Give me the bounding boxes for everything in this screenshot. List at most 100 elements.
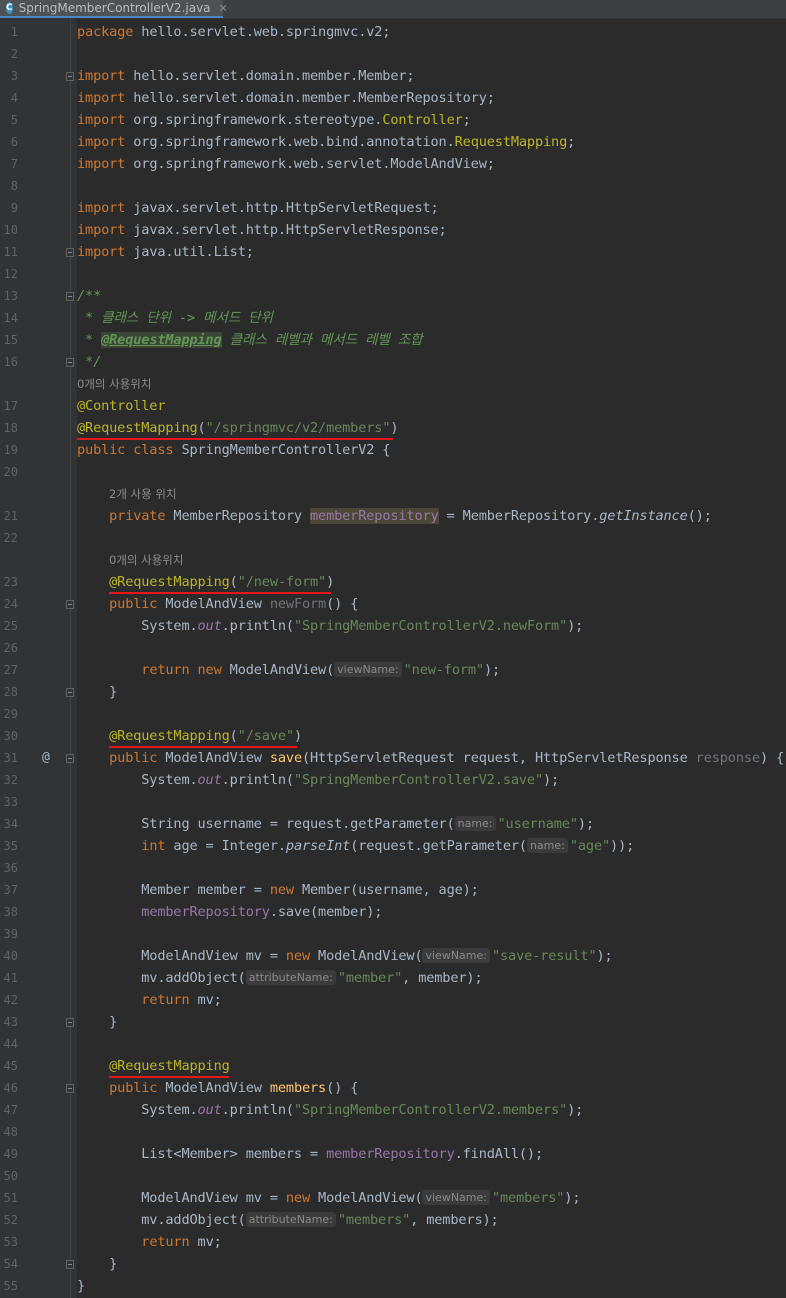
fold-marker-icon[interactable] — [66, 358, 74, 367]
code-line[interactable]: 9 import javax.servlet.http.HttpServletRe… — [0, 197, 786, 219]
line-number[interactable]: 14 — [0, 307, 18, 329]
code-line[interactable]: 55} — [0, 1275, 786, 1297]
code-line[interactable]: 3 import hello.servlet.domain.member.Memb… — [0, 65, 786, 87]
line-number[interactable]: 53 — [0, 1231, 18, 1253]
code-text[interactable]: @RequestMapping("/save") — [77, 725, 302, 747]
code-text[interactable]: */ — [77, 351, 101, 373]
code-text[interactable]: public class SpringMemberControllerV2 { — [77, 439, 390, 461]
line-number[interactable]: 6 — [0, 131, 18, 153]
code-text[interactable]: @Controller — [77, 395, 166, 417]
code-text[interactable]: Member member = new Member(username, age… — [77, 879, 479, 901]
line-number[interactable]: 50 — [0, 1165, 18, 1187]
line-number[interactable]: 24 — [0, 593, 18, 615]
code-line[interactable]: 6 import org.springframework.web.bind.ann… — [0, 131, 786, 153]
line-number[interactable]: 38 — [0, 901, 18, 923]
line-number[interactable]: 4 — [0, 87, 18, 109]
code-line[interactable]: 22 — [0, 527, 786, 549]
code-line[interactable]: 24 public ModelAndView newForm() { — [0, 593, 786, 615]
code-text[interactable]: import hello.servlet.domain.member.Membe… — [77, 87, 495, 109]
code-text[interactable]: return new ModelAndView(viewName: "new-fo… — [77, 659, 500, 681]
code-line[interactable]: 33 — [0, 791, 786, 813]
code-line[interactable]: 48 — [0, 1121, 786, 1143]
line-number[interactable]: 22 — [0, 527, 18, 549]
code-text[interactable]: @RequestMapping("/springmvc/v2/members") — [77, 417, 399, 439]
usage-hint[interactable]: 0개의 사용위치 — [109, 549, 183, 571]
line-number[interactable]: 32 — [0, 769, 18, 791]
line-number[interactable]: 17 — [0, 395, 18, 417]
line-number[interactable]: 2 — [0, 43, 18, 65]
fold-marker-icon[interactable] — [66, 754, 74, 763]
code-line[interactable]: 29 — [0, 703, 786, 725]
line-number[interactable]: 19 — [0, 439, 18, 461]
code-line[interactable]: 2 — [0, 43, 786, 65]
code-line[interactable]: 30 @RequestMapping("/save") — [0, 725, 786, 747]
code-line[interactable]: 1 package hello.servlet.web.springmvc.v2; — [0, 21, 786, 43]
line-number[interactable]: 44 — [0, 1033, 18, 1055]
code-line[interactable]: 10 import javax.servlet.http.HttpServletR… — [0, 219, 786, 241]
usage-hint[interactable]: 0개의 사용위치 — [77, 373, 151, 395]
line-number[interactable]: 40 — [0, 945, 18, 967]
code-line[interactable]: 26 — [0, 637, 786, 659]
line-number[interactable]: 15 — [0, 329, 18, 351]
code-text[interactable]: String username = request.getParameter(n… — [77, 813, 594, 835]
line-number[interactable]: 46 — [0, 1077, 18, 1099]
line-number[interactable]: 3 — [0, 65, 18, 87]
line-number[interactable]: 55 — [0, 1275, 18, 1297]
close-icon[interactable]: ✕ — [219, 2, 228, 15]
code-text[interactable]: @RequestMapping — [77, 1055, 230, 1077]
code-line[interactable]: 13 /** — [0, 285, 786, 307]
code-text[interactable]: public ModelAndView newForm() { — [77, 593, 358, 615]
code-text[interactable]: System.out.println("SpringMemberControll… — [77, 615, 583, 637]
code-line[interactable]: 27 return new ModelAndView(viewName: "new… — [0, 659, 786, 681]
code-line[interactable]: 32 System.out.println("SpringMemberContr… — [0, 769, 786, 791]
code-text[interactable]: List<Member> members = memberRepository.… — [77, 1143, 543, 1165]
line-number[interactable]: 10 — [0, 219, 18, 241]
code-text[interactable]: return mv; — [77, 989, 222, 1011]
code-text[interactable]: System.out.println("SpringMemberControll… — [77, 1099, 583, 1121]
line-number[interactable]: 13 — [0, 285, 18, 307]
fold-marker-icon[interactable] — [66, 248, 74, 257]
line-number[interactable]: 30 — [0, 725, 18, 747]
code-text[interactable]: public ModelAndView save(HttpServletRequ… — [77, 747, 784, 769]
line-number[interactable]: 23 — [0, 571, 18, 593]
line-number[interactable]: 54 — [0, 1253, 18, 1275]
code-line[interactable]: 53 return mv; — [0, 1231, 786, 1253]
line-number[interactable]: 48 — [0, 1121, 18, 1143]
code-text[interactable]: import hello.servlet.domain.member.Membe… — [77, 65, 415, 87]
line-number[interactable]: 34 — [0, 813, 18, 835]
line-number[interactable]: 45 — [0, 1055, 18, 1077]
editor-tab[interactable]: C SpringMemberControllerV2.java ✕ — [0, 0, 228, 18]
usage-hint[interactable]: 2개 사용 위치 — [109, 483, 177, 505]
line-number[interactable]: 18 — [0, 417, 18, 439]
line-number[interactable]: 25 — [0, 615, 18, 637]
code-line[interactable]: 11 import java.util.List; — [0, 241, 786, 263]
fold-marker-icon[interactable] — [66, 1084, 74, 1093]
code-line[interactable]: 16 */ — [0, 351, 786, 373]
line-number[interactable]: 51 — [0, 1187, 18, 1209]
code-text[interactable]: * 클래스 단위 -> 메서드 단위 — [77, 307, 273, 329]
code-line[interactable]: 35 int age = Integer.parseInt(request.ge… — [0, 835, 786, 857]
code-line[interactable]: 14 * 클래스 단위 -> 메서드 단위 — [0, 307, 786, 329]
code-line[interactable]: 54 } — [0, 1253, 786, 1275]
code-line[interactable]: 45 @RequestMapping — [0, 1055, 786, 1077]
line-number[interactable]: 33 — [0, 791, 18, 813]
line-number[interactable]: 31 — [0, 747, 18, 769]
fold-marker-icon[interactable] — [66, 600, 74, 609]
code-text[interactable]: } — [77, 681, 117, 703]
code-line[interactable]: 34 String username = request.getParamete… — [0, 813, 786, 835]
line-number[interactable]: 41 — [0, 967, 18, 989]
code-line[interactable]: 42 return mv; — [0, 989, 786, 1011]
code-line[interactable]: 31 public ModelAndView save(HttpServletR… — [0, 747, 786, 769]
code-text[interactable]: * @RequestMapping 클래스 레벨과 메서드 레벨 조합 — [77, 329, 423, 351]
line-number[interactable]: 52 — [0, 1209, 18, 1231]
line-number[interactable]: 43 — [0, 1011, 18, 1033]
code-text[interactable]: import java.util.List; — [77, 241, 254, 263]
code-line[interactable]: 19 public class SpringMemberControllerV2 … — [0, 439, 786, 461]
fold-marker-icon[interactable] — [66, 1260, 74, 1269]
code-text[interactable]: package hello.servlet.web.springmvc.v2; — [77, 21, 390, 43]
code-text[interactable]: import org.springframework.stereotype.Co… — [77, 109, 471, 131]
code-line[interactable]: 28 } — [0, 681, 786, 703]
line-number[interactable]: 16 — [0, 351, 18, 373]
code-text[interactable]: import javax.servlet.http.HttpServletRes… — [77, 219, 447, 241]
code-text[interactable]: @RequestMapping("/new-form") — [77, 571, 334, 593]
